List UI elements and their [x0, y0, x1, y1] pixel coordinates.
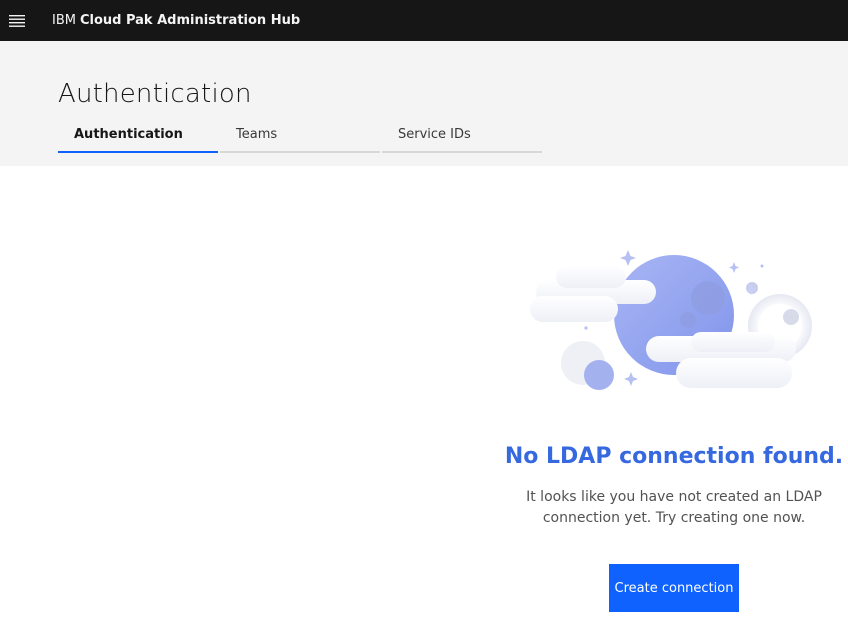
page-header: Authentication Authentication Teams Serv… — [0, 41, 848, 166]
moon-clouds-illustration — [530, 250, 812, 390]
hamburger-menu-button[interactable] — [0, 4, 34, 38]
top-navigation-bar: IBM Cloud Pak Administration Hub — [0, 0, 848, 41]
empty-state-description: It looks like you have not created an LD… — [526, 489, 822, 526]
tab-list: Authentication Teams Service IDs — [58, 123, 544, 153]
tab-teams[interactable]: Teams — [220, 123, 380, 153]
empty-state-title: No LDAP connection found. — [504, 444, 844, 469]
brand-product-name: Cloud Pak Administration Hub — [79, 13, 301, 28]
tab-service-ids[interactable]: Service IDs — [382, 123, 542, 153]
hamburger-menu-icon — [9, 14, 25, 27]
page-title: Authentication — [58, 79, 252, 109]
product-name[interactable]: IBM Cloud Pak Administration Hub — [52, 13, 300, 28]
empty-state: No LDAP connection found. It looks like … — [500, 240, 848, 612]
tab-authentication[interactable]: Authentication — [58, 123, 218, 153]
create-connection-button[interactable]: Create connection — [609, 564, 739, 612]
brand-prefix: IBM — [52, 13, 76, 28]
